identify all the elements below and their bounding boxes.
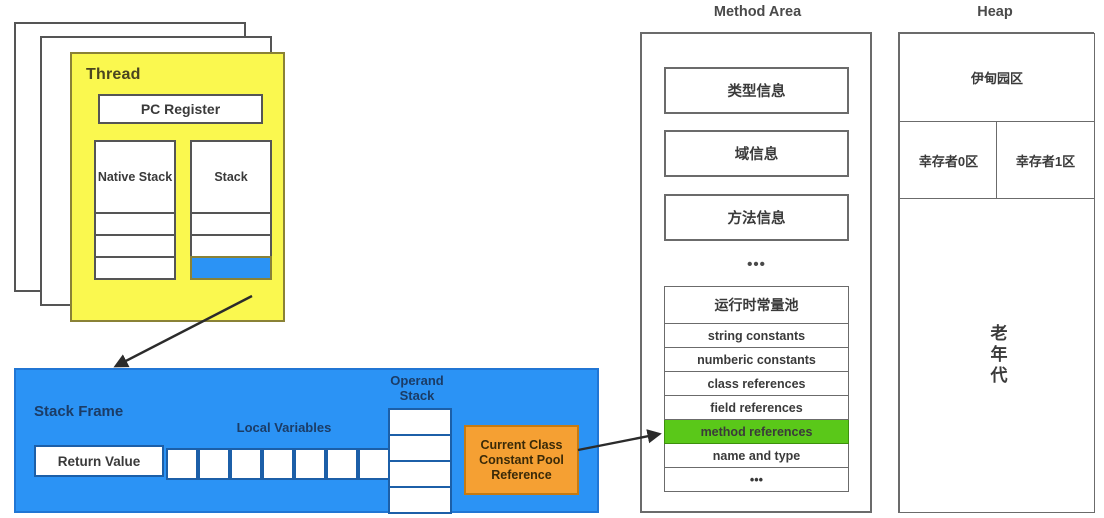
- heap-old-generation-label: 老年代: [987, 324, 1007, 387]
- native-stack-cell: [94, 234, 176, 258]
- pool-entry: class references: [664, 372, 849, 396]
- stack-cell-active: [190, 256, 272, 280]
- stack-box: Stack: [190, 140, 272, 214]
- heap-survivor1-label: 幸存者1区: [1015, 154, 1076, 169]
- operand-stack-slot: [388, 434, 452, 462]
- method-area-block: 域信息: [664, 130, 849, 177]
- heap-survivor1-region: 幸存者1区: [996, 121, 1095, 200]
- heap-title: Heap: [977, 4, 1013, 20]
- local-variable-slot: [262, 448, 294, 480]
- operand-stack-slot: [388, 460, 452, 488]
- pc-register-label: PC Register: [140, 101, 221, 117]
- native-stack-box: Native Stack: [94, 140, 176, 214]
- jvm-memory-diagram: Thread PC Register Native Stack Stack St…: [0, 0, 1104, 518]
- local-variable-slot: [230, 448, 262, 480]
- return-value-label: Return Value: [57, 453, 141, 469]
- method-area-block-label: 类型信息: [727, 84, 786, 100]
- native-stack-label: Native Stack: [97, 169, 173, 184]
- method-area-panel: 类型信息 域信息 方法信息 ••• 运行时常量池 string constant…: [640, 32, 872, 513]
- pool-entry-method-references: method references: [664, 420, 849, 444]
- method-area-block-label: 方法信息: [727, 211, 786, 227]
- local-variable-slot: [326, 448, 358, 480]
- native-stack-cell: [94, 212, 176, 236]
- local-variable-slot: [294, 448, 326, 480]
- return-value-box: Return Value: [34, 445, 164, 477]
- heap-eden-label: 伊甸园区: [970, 71, 1023, 86]
- local-variable-slot: [166, 448, 198, 480]
- thread-label: Thread: [86, 66, 141, 83]
- local-variables-label: Local Variables: [236, 420, 332, 435]
- native-stack-cell: [94, 256, 176, 280]
- operand-stack-slot: [388, 486, 452, 514]
- stack-cell: [190, 234, 272, 258]
- method-area-separator: •••: [747, 256, 766, 273]
- local-variable-slot: [198, 448, 230, 480]
- runtime-constant-pool-title: 运行时常量池: [664, 286, 849, 324]
- stack-label: Stack: [214, 170, 248, 184]
- pool-entry: •••: [664, 468, 849, 492]
- pool-entry: numberic constants: [664, 348, 849, 372]
- pool-entry: field references: [664, 396, 849, 420]
- heap-survivor0-region: 幸存者0区: [899, 121, 998, 200]
- local-variables-slots: [166, 448, 390, 480]
- pc-register-box: PC Register: [98, 94, 263, 124]
- thread-panel: Thread PC Register Native Stack Stack: [70, 52, 285, 322]
- method-area-block: 方法信息: [664, 194, 849, 241]
- method-area-block-label: 域信息: [734, 147, 779, 163]
- method-area-block: 类型信息: [664, 67, 849, 114]
- stack-frame-label: Stack Frame: [34, 403, 124, 420]
- operand-stack-slots: [388, 408, 452, 514]
- constant-pool-reference-label: Current Class Constant Pool Reference: [479, 437, 564, 482]
- heap-panel: 伊甸园区 幸存者0区 幸存者1区 老年代: [898, 32, 1095, 513]
- heap-survivor0-label: 幸存者0区: [918, 154, 979, 169]
- stack-cell: [190, 212, 272, 236]
- operand-stack-slot: [388, 408, 452, 436]
- runtime-constant-pool: 运行时常量池 string constants numberic constan…: [664, 286, 849, 492]
- operand-stack-label: Operand Stack: [390, 373, 444, 403]
- stack-frame-panel: Stack Frame Return Value Local Variables…: [14, 368, 599, 514]
- heap-old-generation-region: 老年代: [899, 198, 1095, 513]
- pool-entry: string constants: [664, 324, 849, 348]
- constant-pool-reference-box: Current Class Constant Pool Reference: [464, 425, 579, 495]
- method-area-title: Method Area: [713, 4, 802, 20]
- heap-eden-region: 伊甸园区: [899, 33, 1095, 122]
- local-variable-slot: [358, 448, 390, 480]
- pool-entry: name and type: [664, 444, 849, 468]
